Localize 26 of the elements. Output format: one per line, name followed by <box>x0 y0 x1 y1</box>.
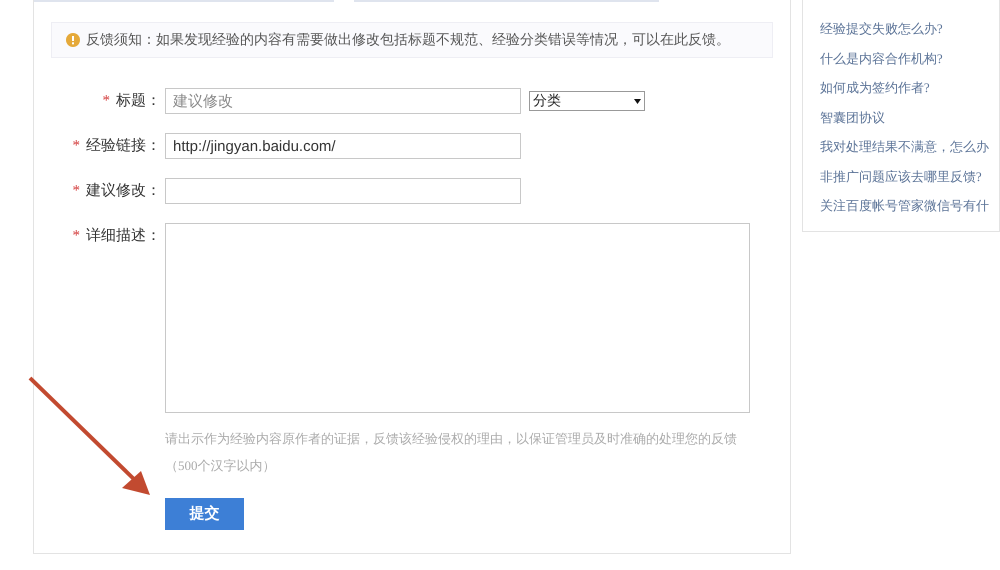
field-label: 建议修改： <box>86 182 161 201</box>
description-textarea[interactable] <box>165 223 750 413</box>
warning-icon <box>66 33 80 47</box>
limit-text: （500个汉字以内） <box>165 457 276 475</box>
field-label: 标题： <box>116 92 161 111</box>
sidebar-link[interactable]: 经验提交失败怎么办? <box>820 19 999 38</box>
required-mark: * <box>72 136 80 156</box>
sidebar-link[interactable]: 关注百度帐号管家微信号有什 <box>820 196 999 216</box>
required-mark: * <box>72 182 80 201</box>
input-field[interactable] <box>165 178 521 204</box>
sidebar-link[interactable]: 什么是内容合作机构? <box>820 48 999 68</box>
required-mark: * <box>102 92 110 111</box>
field-label: 详细描述： <box>86 226 161 246</box>
input-field[interactable]: http://jingyan.baidu.com/ <box>165 133 521 159</box>
sidebar-link[interactable]: 我对处理结果不满意，怎么办 <box>820 137 999 156</box>
required-mark: * <box>72 226 80 246</box>
sidebar-link[interactable]: 智囊团协议 <box>820 108 999 127</box>
dropdown-caret-icon <box>634 98 641 104</box>
submit-button[interactable]: 提交 <box>165 498 244 530</box>
field-label: 经验链接： <box>86 136 161 156</box>
hint-text: 请出示作为经验内容原作者的证据，反馈该经验侵权的理由，以保证管理员及时准确的处理您的反馈 <box>165 430 738 448</box>
notice-text: 反馈须知：如果发现经验的内容有需要做出修改包括标题不规范、经验分类错误等情况，可以在此反馈。 <box>86 31 730 50</box>
sidebar-link[interactable]: 非推广问题应该去哪里反馈? <box>820 166 999 186</box>
sidebar-link[interactable]: 如何成为签约作者? <box>820 78 999 98</box>
category-dropdown[interactable]: 分类 <box>529 91 645 111</box>
input-field[interactable]: 建议修改 <box>165 88 521 114</box>
